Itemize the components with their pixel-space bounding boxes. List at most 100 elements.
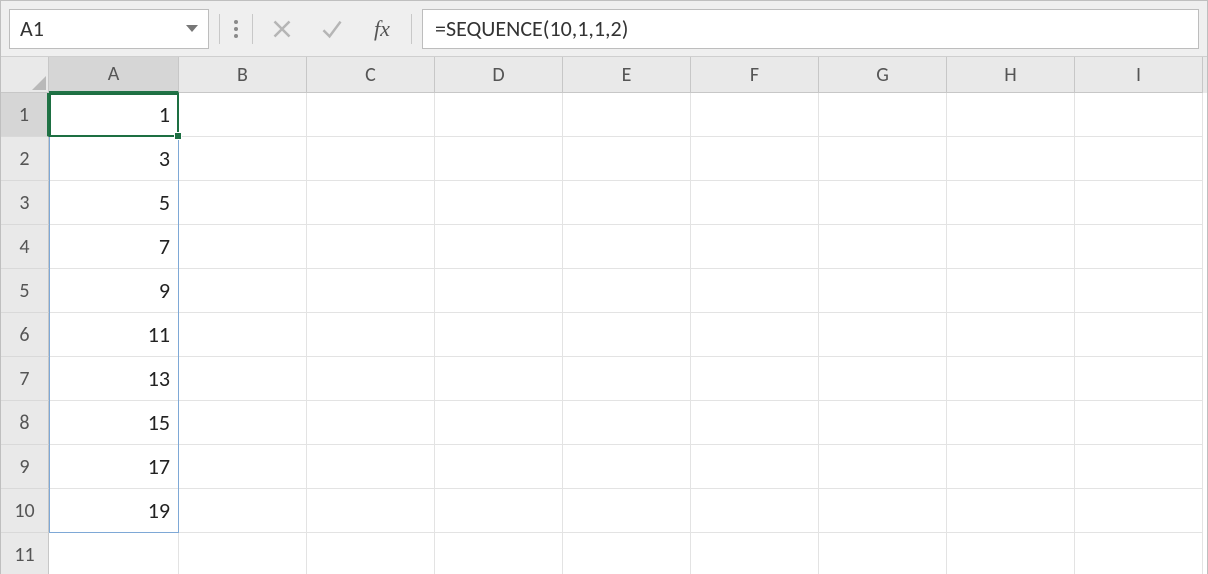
cell-F1[interactable]	[691, 93, 819, 137]
col-header-A[interactable]: A	[49, 57, 179, 93]
row-header-7[interactable]: 7	[1, 357, 49, 401]
cell-A3[interactable]: 5	[49, 181, 179, 225]
cell-G4[interactable]	[819, 225, 947, 269]
cell-G2[interactable]	[819, 137, 947, 181]
cell-E3[interactable]	[563, 181, 691, 225]
select-all-corner[interactable]	[1, 57, 49, 93]
cell-C4[interactable]	[307, 225, 435, 269]
cell-C10[interactable]	[307, 489, 435, 533]
cell-D4[interactable]	[435, 225, 563, 269]
cell-G1[interactable]	[819, 93, 947, 137]
fx-icon[interactable]: fx	[369, 16, 395, 42]
col-header-F[interactable]: F	[691, 57, 819, 93]
cell-B3[interactable]	[179, 181, 307, 225]
cell-F8[interactable]	[691, 401, 819, 445]
row-header-5[interactable]: 5	[1, 269, 49, 313]
cell-I9[interactable]	[1075, 445, 1203, 489]
cell-H7[interactable]	[947, 357, 1075, 401]
cell-I6[interactable]	[1075, 313, 1203, 357]
cell-H4[interactable]	[947, 225, 1075, 269]
cell-I4[interactable]	[1075, 225, 1203, 269]
cell-B4[interactable]	[179, 225, 307, 269]
row-header-3[interactable]: 3	[1, 181, 49, 225]
cell-A4[interactable]: 7	[49, 225, 179, 269]
cell-G10[interactable]	[819, 489, 947, 533]
cell-B10[interactable]	[179, 489, 307, 533]
name-box[interactable]: A1	[9, 9, 209, 49]
cell-H1[interactable]	[947, 93, 1075, 137]
col-header-G[interactable]: G	[819, 57, 947, 93]
cell-F2[interactable]	[691, 137, 819, 181]
cell-A2[interactable]: 3	[49, 137, 179, 181]
cell-E11[interactable]	[563, 533, 691, 574]
cell-B2[interactable]	[179, 137, 307, 181]
cell-G6[interactable]	[819, 313, 947, 357]
cell-B8[interactable]	[179, 401, 307, 445]
cell-C3[interactable]	[307, 181, 435, 225]
cell-E7[interactable]	[563, 357, 691, 401]
cell-E1[interactable]	[563, 93, 691, 137]
cell-C7[interactable]	[307, 357, 435, 401]
cell-D3[interactable]	[435, 181, 563, 225]
cell-B6[interactable]	[179, 313, 307, 357]
cell-H5[interactable]	[947, 269, 1075, 313]
cell-C1[interactable]	[307, 93, 435, 137]
cell-F5[interactable]	[691, 269, 819, 313]
cell-H8[interactable]	[947, 401, 1075, 445]
cell-H2[interactable]	[947, 137, 1075, 181]
cell-E2[interactable]	[563, 137, 691, 181]
row-header-10[interactable]: 10	[1, 489, 49, 533]
row-header-11[interactable]: 11	[1, 533, 49, 574]
cell-F6[interactable]	[691, 313, 819, 357]
cell-E9[interactable]	[563, 445, 691, 489]
cancel-icon[interactable]	[269, 16, 295, 42]
cell-F9[interactable]	[691, 445, 819, 489]
cell-H9[interactable]	[947, 445, 1075, 489]
cell-C5[interactable]	[307, 269, 435, 313]
cell-I8[interactable]	[1075, 401, 1203, 445]
row-header-1[interactable]: 1	[1, 93, 49, 137]
row-header-8[interactable]: 8	[1, 401, 49, 445]
cell-A5[interactable]: 9	[49, 269, 179, 313]
cell-C11[interactable]	[307, 533, 435, 574]
cell-H6[interactable]	[947, 313, 1075, 357]
cell-A8[interactable]: 15	[49, 401, 179, 445]
col-header-B[interactable]: B	[179, 57, 307, 93]
cell-A6[interactable]: 11	[49, 313, 179, 357]
cell-I3[interactable]	[1075, 181, 1203, 225]
cell-G9[interactable]	[819, 445, 947, 489]
cell-A10[interactable]: 19	[49, 489, 179, 533]
chevron-down-icon[interactable]	[186, 25, 198, 32]
cell-G5[interactable]	[819, 269, 947, 313]
cell-E5[interactable]	[563, 269, 691, 313]
cell-E8[interactable]	[563, 401, 691, 445]
cell-A1[interactable]: 1	[49, 93, 179, 137]
col-header-H[interactable]: H	[947, 57, 1075, 93]
cell-B9[interactable]	[179, 445, 307, 489]
enter-icon[interactable]	[319, 16, 345, 42]
col-header-D[interactable]: D	[435, 57, 563, 93]
row-header-6[interactable]: 6	[1, 313, 49, 357]
cell-G7[interactable]	[819, 357, 947, 401]
cell-D6[interactable]	[435, 313, 563, 357]
cell-C2[interactable]	[307, 137, 435, 181]
cell-F11[interactable]	[691, 533, 819, 574]
cell-D2[interactable]	[435, 137, 563, 181]
cell-I10[interactable]	[1075, 489, 1203, 533]
cell-A7[interactable]: 13	[49, 357, 179, 401]
cell-G3[interactable]	[819, 181, 947, 225]
cell-I7[interactable]	[1075, 357, 1203, 401]
cell-D7[interactable]	[435, 357, 563, 401]
col-header-E[interactable]: E	[563, 57, 691, 93]
cell-D8[interactable]	[435, 401, 563, 445]
cell-I2[interactable]	[1075, 137, 1203, 181]
row-header-4[interactable]: 4	[1, 225, 49, 269]
cell-F4[interactable]	[691, 225, 819, 269]
fill-handle[interactable]	[174, 132, 182, 140]
cell-E10[interactable]	[563, 489, 691, 533]
cell-D1[interactable]	[435, 93, 563, 137]
cell-D5[interactable]	[435, 269, 563, 313]
more-icon[interactable]	[230, 20, 242, 38]
row-header-2[interactable]: 2	[1, 137, 49, 181]
cell-C8[interactable]	[307, 401, 435, 445]
